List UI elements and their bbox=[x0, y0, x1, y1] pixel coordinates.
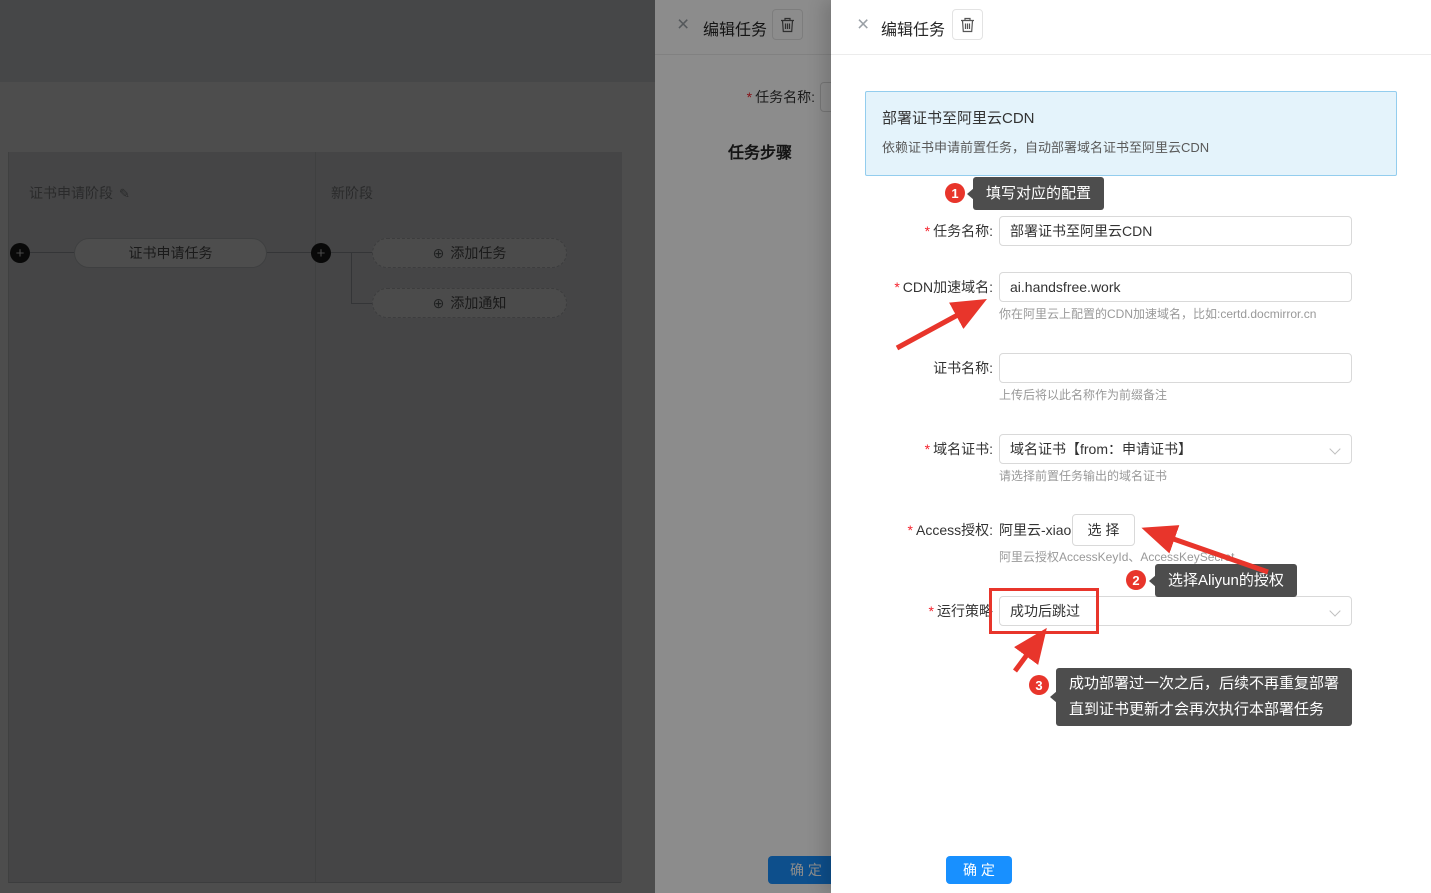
task-name-label-text: 任务名称: bbox=[933, 223, 993, 239]
cert-name-input[interactable] bbox=[999, 353, 1352, 383]
cdn-domain-input[interactable] bbox=[999, 272, 1352, 302]
cert-name-helper: 上传后将以此名称作为前缀备注 bbox=[999, 388, 1167, 402]
delete-task-button[interactable] bbox=[952, 9, 983, 40]
arrow-to-cdn-domain bbox=[897, 311, 965, 348]
access-helper: 阿里云授权AccessKeyId、AccessKeySecret bbox=[999, 550, 1234, 564]
trash-icon bbox=[960, 17, 975, 33]
required-mark: * bbox=[925, 441, 930, 457]
access-label-text: Access授权: bbox=[916, 522, 993, 538]
cdn-domain-label: *CDN加速域名: bbox=[831, 272, 993, 302]
run-strategy-label: *运行策略 bbox=[831, 596, 993, 626]
run-strategy-label-text: 运行策略 bbox=[937, 603, 993, 619]
access-value: 阿里云-xiao bbox=[999, 515, 1071, 545]
annotation-step3-line1: 成功部署过一次之后，后续不再重复部署 bbox=[1069, 671, 1339, 697]
annotation-highlight-box bbox=[989, 588, 1099, 634]
access-select-button[interactable]: 选 择 bbox=[1072, 514, 1135, 546]
drawer2-title: 编辑任务 bbox=[881, 16, 945, 40]
required-mark: * bbox=[894, 279, 899, 295]
annotation-step2-tooltip: 选择Aliyun的授权 bbox=[1155, 564, 1297, 597]
required-mark: * bbox=[925, 223, 930, 239]
domain-cert-helper: 请选择前置任务输出的域名证书 bbox=[999, 469, 1167, 483]
close-icon[interactable]: × bbox=[857, 14, 869, 35]
annotation-step3-line2: 直到证书更新才会再次执行本部署任务 bbox=[1069, 697, 1339, 723]
access-label: *Access授权: bbox=[831, 515, 993, 545]
annotation-step2-badge: 2 bbox=[1126, 570, 1146, 590]
task-name-input[interactable] bbox=[999, 216, 1352, 246]
arrow-to-run-strategy bbox=[1015, 648, 1032, 671]
annotation-step1-badge: 1 bbox=[945, 183, 965, 203]
task-name-label: *任务名称: bbox=[831, 216, 993, 246]
annotation-step1-tooltip: 填写对应的配置 bbox=[973, 177, 1104, 210]
chevron-down-icon bbox=[1329, 605, 1340, 616]
annotation-step3-tooltip: 成功部署过一次之后，后续不再重复部署 直到证书更新才会再次执行本部署任务 bbox=[1056, 668, 1352, 726]
cert-name-label-text: 证书名称: bbox=[933, 360, 993, 376]
domain-cert-value: 域名证书【from：申请证书】 bbox=[1010, 439, 1192, 459]
chevron-down-icon bbox=[1329, 443, 1340, 454]
cdn-domain-helper: 你在阿里云上配置的CDN加速域名，比如:certd.docmirror.cn bbox=[999, 307, 1316, 321]
domain-cert-select[interactable]: 域名证书【from：申请证书】 bbox=[999, 434, 1352, 464]
edit-task-drawer-front: × 编辑任务 部署证书至阿里云CDN 依赖证书申请前置任务，自动部署域名证书至阿… bbox=[831, 0, 1431, 893]
plugin-info-box: 部署证书至阿里云CDN 依赖证书申请前置任务，自动部署域名证书至阿里云CDN bbox=[865, 91, 1397, 176]
drawer-mask[interactable] bbox=[0, 0, 831, 893]
plugin-title: 部署证书至阿里云CDN bbox=[882, 107, 1380, 128]
domain-cert-label-text: 域名证书: bbox=[933, 441, 993, 457]
plugin-description: 依赖证书申请前置任务，自动部署域名证书至阿里云CDN bbox=[882, 137, 1380, 156]
domain-cert-label: *域名证书: bbox=[831, 434, 993, 464]
required-mark: * bbox=[929, 603, 934, 619]
drawer2-header: × 编辑任务 bbox=[831, 0, 1431, 55]
annotation-step3-badge: 3 bbox=[1029, 675, 1049, 695]
cert-name-label: 证书名称: bbox=[831, 353, 993, 383]
confirm-button[interactable]: 确 定 bbox=[946, 856, 1012, 884]
required-mark: * bbox=[908, 522, 913, 538]
cdn-domain-label-text: CDN加速域名: bbox=[903, 279, 993, 295]
